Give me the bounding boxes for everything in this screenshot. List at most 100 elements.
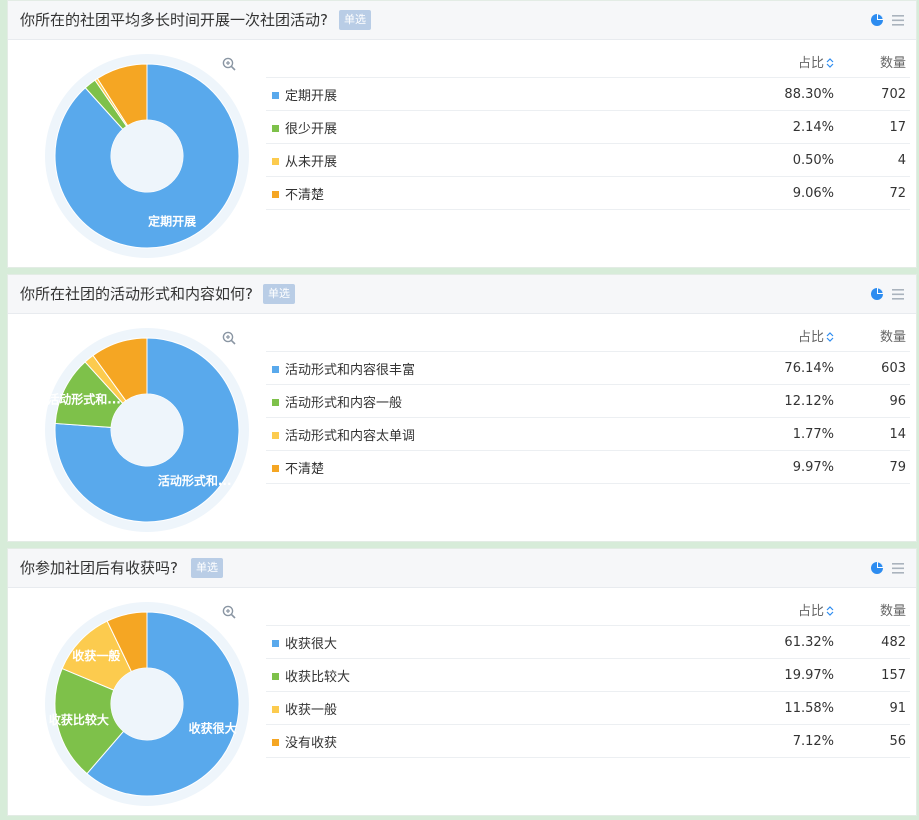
slice-label: 活动形式和... [158, 473, 232, 488]
legend-swatch [272, 190, 279, 198]
option-column-header [266, 319, 724, 352]
legend-swatch [272, 639, 279, 647]
legend-swatch [272, 705, 279, 713]
option-percent: 1.77% [724, 417, 846, 451]
option-count: 603 [846, 351, 910, 385]
pie-chart: 定期开展 [45, 54, 249, 258]
option-count: 157 [846, 658, 910, 692]
option-label: 收获很大 [285, 636, 338, 652]
list-icon[interactable] [892, 562, 904, 574]
option-percent: 12.12% [724, 384, 846, 418]
legend-swatch [272, 91, 279, 99]
slice-label: 收获比较大 [49, 712, 109, 727]
option-count: 17 [846, 110, 910, 144]
view-toggle [870, 560, 904, 576]
single-choice-tag: 单选 [191, 558, 223, 578]
card-header: 你所在社团的活动形式和内容如何? 单选 [8, 275, 916, 314]
pie-chart-icon[interactable] [870, 13, 884, 27]
option-count: 482 [846, 625, 910, 659]
option-count: 14 [846, 417, 910, 451]
option-percent: 19.97% [724, 658, 846, 692]
pie-chart: 收获很大 收获比较大 收获一般 [45, 602, 249, 806]
option-label: 活动形式和内容太单调 [285, 428, 416, 444]
percent-column-header[interactable]: 占比 [724, 45, 846, 78]
table-row: 收获一般 11.58% 91 [266, 691, 910, 725]
option-column-header [266, 45, 724, 78]
table-row: 活动形式和内容太单调 1.77% 14 [266, 417, 910, 451]
percent-column-header[interactable]: 占比 [724, 593, 846, 626]
option-percent: 2.14% [724, 110, 846, 144]
table-row: 定期开展 88.30% 702 [266, 77, 910, 111]
question-title: 你所在的社团平均多长时间开展一次社团活动? [20, 11, 328, 29]
count-column-header: 数量 [846, 593, 910, 626]
table-row: 不清楚 9.97% 79 [266, 450, 910, 484]
option-count: 79 [846, 450, 910, 484]
zoom-in-icon[interactable] [222, 57, 236, 71]
option-label: 活动形式和内容一般 [285, 395, 403, 411]
option-count: 702 [846, 77, 910, 111]
legend-swatch [272, 365, 279, 373]
option-percent: 61.32% [724, 625, 846, 659]
sort-icon[interactable] [826, 605, 834, 616]
table-row: 很少开展 2.14% 17 [266, 110, 910, 144]
card-header: 你参加社团后有收获吗? 单选 [8, 549, 916, 588]
pie-chart: 活动形式和... 活动形式和... [45, 328, 249, 532]
sort-icon[interactable] [826, 331, 834, 342]
option-percent: 9.97% [724, 450, 846, 484]
table-row: 不清楚 9.06% 72 [266, 176, 910, 210]
slice-label: 收获很大 [189, 720, 237, 735]
single-choice-tag: 单选 [263, 284, 295, 304]
option-label: 定期开展 [285, 88, 338, 104]
option-label: 很少开展 [285, 121, 338, 137]
count-column-header: 数量 [846, 45, 910, 78]
option-count: 56 [846, 724, 910, 758]
option-label: 从未开展 [285, 154, 338, 170]
legend-swatch [272, 157, 279, 165]
zoom-in-icon[interactable] [222, 331, 236, 345]
question-title: 你参加社团后有收获吗? [20, 559, 178, 577]
question-card-3: 你参加社团后有收获吗? 单选 收获很大 收获比较大 收获一般 占比 数量 收获很大 6… [7, 548, 917, 816]
donut-hole [111, 120, 183, 192]
results-table: 占比 数量 收获很大 61.32% 482 收获比较大 19.97% 157 收获一般 1… [266, 593, 910, 758]
option-percent: 9.06% [724, 176, 846, 210]
option-label: 不清楚 [285, 461, 325, 477]
table-header-row: 占比 数量 [266, 593, 910, 626]
results-table: 占比 数量 定期开展 88.30% 702 很少开展 2.14% 17 从未开展 0.50… [266, 45, 910, 210]
option-count: 91 [846, 691, 910, 725]
table-row: 活动形式和内容很丰富 76.14% 603 [266, 351, 910, 385]
pie-chart-icon[interactable] [870, 287, 884, 301]
list-icon[interactable] [892, 288, 904, 300]
slice-label: 活动形式和... [47, 391, 121, 406]
card-header: 你所在的社团平均多长时间开展一次社团活动? 单选 [8, 1, 916, 40]
option-percent: 7.12% [724, 724, 846, 758]
results-table: 占比 数量 活动形式和内容很丰富 76.14% 603 活动形式和内容一般 12.12… [266, 319, 910, 484]
table-row: 没有收获 7.12% 56 [266, 724, 910, 758]
option-percent: 88.30% [724, 77, 846, 111]
sort-icon[interactable] [826, 57, 834, 68]
donut-hole [111, 394, 183, 466]
table-row: 从未开展 0.50% 4 [266, 143, 910, 177]
option-label: 活动形式和内容很丰富 [285, 362, 416, 378]
legend-swatch [272, 398, 279, 406]
option-column-header [266, 593, 724, 626]
slice-label: 定期开展 [148, 213, 196, 228]
question-card-1: 你所在的社团平均多长时间开展一次社团活动? 单选 定期开展 占比 数量 定期开展… [7, 0, 917, 268]
table-row: 活动形式和内容一般 12.12% 96 [266, 384, 910, 418]
option-label: 收获一般 [285, 702, 338, 718]
option-count: 96 [846, 384, 910, 418]
slice-label: 收获一般 [72, 648, 120, 663]
option-percent: 11.58% [724, 691, 846, 725]
question-title: 你所在社团的活动形式和内容如何? [20, 285, 253, 303]
table-header-row: 占比 数量 [266, 319, 910, 352]
view-toggle [870, 286, 904, 302]
count-column-header: 数量 [846, 319, 910, 352]
pie-chart-icon[interactable] [870, 561, 884, 575]
percent-column-header[interactable]: 占比 [724, 319, 846, 352]
table-header-row: 占比 数量 [266, 45, 910, 78]
zoom-in-icon[interactable] [222, 605, 236, 619]
view-toggle [870, 12, 904, 28]
list-icon[interactable] [892, 14, 904, 26]
donut-hole [111, 668, 183, 740]
legend-swatch [272, 431, 279, 439]
option-label: 不清楚 [285, 187, 325, 203]
